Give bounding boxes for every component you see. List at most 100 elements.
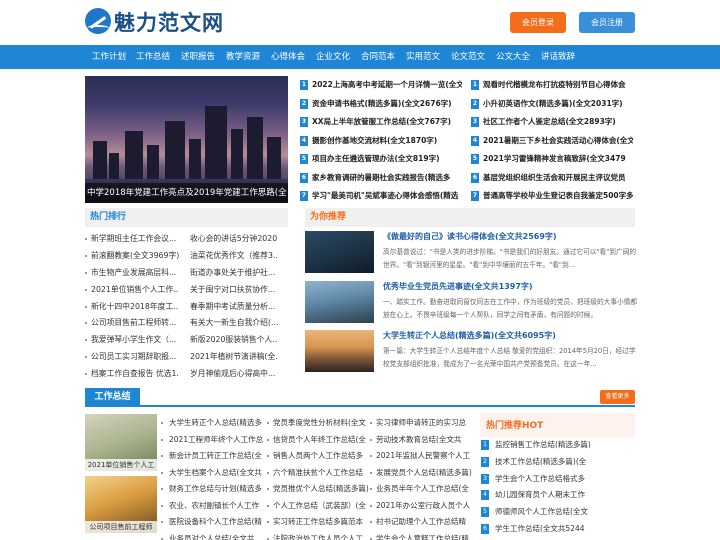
hot-recommend-link[interactable]: 监控销售工作总结(精选多篇) — [495, 438, 635, 452]
hot-recommend-link[interactable]: 学生会个人工作总结格式多 — [495, 472, 635, 486]
summary-link[interactable]: 个人工作总结（武装部）(全 — [273, 499, 373, 513]
nav-item[interactable]: 论文范文 — [451, 45, 485, 69]
hot-link[interactable]: 春季期中考试质量分析... — [190, 300, 278, 314]
site-logo-text[interactable]: 魅力范文网 — [114, 7, 224, 37]
news-title[interactable]: 资金申请书格式(精选多篇)(全文2676字) — [312, 97, 462, 111]
register-button[interactable]: 会员注册 — [579, 12, 635, 33]
summary-link[interactable]: 党员推优个人总结(精选多篇) — [273, 482, 373, 496]
nav-item[interactable]: 工作总结 — [136, 45, 170, 69]
summary-link[interactable]: 销售人员两个人工作总结多 — [273, 449, 373, 463]
hot-link[interactable]: 档案工作自查报告 优选1... — [91, 367, 179, 381]
summary-link[interactable]: 医院设备科个人工作总结(精 — [169, 515, 269, 529]
hot-link[interactable]: 岁月神偷观后心得高中... — [190, 367, 278, 381]
recommend-item[interactable]: 优秀毕业生党员先进事迹(全文共1397字) 一、踏实工作。勤奋进取同窗仅同志在工… — [305, 281, 637, 325]
list-number: 3 — [300, 117, 308, 127]
login-button[interactable]: 会员登录 — [510, 12, 566, 33]
summary-link[interactable]: 2021工程师年终个人工作总 — [169, 433, 269, 447]
summary-link[interactable]: 新会计员工转正工作总结(全 — [169, 449, 269, 463]
work-summary-thumbnail[interactable]: 2021单位销售个人工 — [85, 414, 157, 471]
hot-link[interactable]: 新学期班主任工作会议... — [91, 232, 179, 246]
nav-item[interactable]: 讲话致辞 — [541, 45, 575, 69]
news-title[interactable]: 社区工作者个人鉴定总结(全文2893字) — [483, 115, 633, 129]
hot-link[interactable]: 关于闽宁对口扶贫协作... — [190, 283, 278, 297]
nav-item[interactable]: 公文大全 — [496, 45, 530, 69]
news-title[interactable]: 家乡教育调研的暑期社会实践报告(精选多 — [312, 171, 462, 185]
hot-link[interactable]: 前滚翻教案(全文3969字)... — [91, 249, 179, 263]
site-header: 魅力范文网 会员登录 会员注册 — [0, 0, 720, 45]
news-title[interactable]: 项目办主任遴选管理办法(全文819字) — [312, 152, 462, 166]
bullet — [85, 322, 87, 325]
news-title[interactable]: XX局上半年放管服工作总结(全文767字) — [312, 115, 462, 129]
summary-link[interactable]: 学生会个人意释工作总结(精 — [376, 532, 476, 540]
nav-item[interactable]: 述职报告 — [181, 45, 215, 69]
hot-link[interactable]: 有关大一新生自我介绍(... — [190, 316, 278, 330]
news-title[interactable]: 小升初英语作文(精选多篇)(全文2031字) — [483, 97, 633, 111]
recommend-title[interactable]: 《做最好的自己》读书心得体会(全文共2569字) — [383, 231, 633, 242]
news-title[interactable]: 摄影创作基地交流材料(全文1870字) — [312, 134, 462, 148]
news-title[interactable]: 学习"最美司机"吴斌事迹心得体会感悟(精选 — [312, 189, 462, 203]
hot-link[interactable]: 市生物产业发展高层科... — [91, 266, 179, 280]
news-title[interactable]: 基层党组织组织生活会和开展民主评议党员 — [483, 171, 633, 185]
thumbnail-caption[interactable]: 2021单位销售个人工 — [85, 459, 157, 471]
summary-link[interactable]: 大学生转正个人总结(精选多 — [169, 416, 269, 430]
featured-banner[interactable]: 中学2018年党建工作亮点及2019年党建工作思路(全 — [85, 76, 288, 203]
summary-link[interactable]: 村书记助理个人工作总结精 — [376, 515, 476, 529]
news-title[interactable]: 2021暑期三下乡社会实践活动心得体会(全文 — [483, 134, 633, 148]
hot-link[interactable]: 公司项目售前工程师转... — [91, 316, 179, 330]
recommend-thumbnail[interactable] — [305, 231, 374, 273]
hot-link[interactable]: 街道办事处关于维护社... — [190, 266, 278, 280]
work-summary-tab[interactable]: 工作总结 — [85, 388, 140, 407]
bullet — [370, 422, 372, 424]
summary-link[interactable]: 法院政治处工作人员个人工 — [273, 532, 373, 540]
hot-link[interactable]: 新版2020服装销售个人... — [190, 333, 278, 347]
summary-link[interactable]: 实习转正工作总结多篇范本 — [273, 515, 373, 529]
hot-recommend-link[interactable]: 幼儿园保育员个人期末工作 — [495, 488, 635, 502]
news-title[interactable]: 普通高等学校毕业生登记表自我鉴定500字多 — [483, 189, 633, 203]
recommend-item[interactable]: 《做最好的自己》读书心得体会(全文共2569字) 高尔基曾说过："书是人类的进步… — [305, 231, 636, 275]
hot-link[interactable]: 公司员工实习期辞职报... — [91, 350, 179, 364]
hot-link[interactable]: 2021单位销售个人工作... — [91, 283, 179, 297]
banner-caption[interactable]: 中学2018年党建工作亮点及2019年党建工作思路(全 — [85, 183, 288, 203]
hot-link[interactable]: 新化十四中2018年度工... — [91, 300, 179, 314]
recommend-item[interactable]: 大学生转正个人总结(精选多篇)(全文共6095字) 第一篇：大学生转正个人总结年… — [305, 330, 636, 374]
summary-link[interactable]: 发展党员个人总结(精选多篇) — [376, 466, 476, 480]
summary-link[interactable]: 业务员半年个人工作总结(全 — [376, 482, 476, 496]
view-more-button[interactable]: 查看更多 — [600, 390, 635, 404]
hot-recommend-link[interactable]: 技术工作总结(精选多篇)(全 — [495, 455, 635, 469]
summary-link[interactable]: 大学生档案个人总结(全文共 — [169, 466, 269, 480]
hot-link[interactable]: 2021年植树节演讲稿(全... — [190, 350, 278, 364]
thumbnail-caption[interactable]: 公司项目售前工程师 — [85, 521, 157, 533]
hot-link[interactable]: 收心会的讲话5分钟2020... — [190, 232, 278, 246]
recommend-section-title: 为你推荐 — [310, 212, 347, 222]
recommend-thumbnail[interactable] — [305, 330, 374, 372]
nav-item[interactable]: 合同范本 — [361, 45, 395, 69]
news-title[interactable]: 2022上海高考中考延期一个月详情一览(全文 — [312, 78, 462, 92]
recommend-title[interactable]: 大学生转正个人总结(精选多篇)(全文共6095字) — [383, 330, 633, 341]
hot-link[interactable]: 我爱弹琴小学生作文（... — [91, 333, 179, 347]
summary-link[interactable]: 党员季度党性分析材料(全文 — [273, 416, 373, 430]
recommend-title[interactable]: 优秀毕业生党员先进事迹(全文共1397字) — [383, 281, 633, 292]
summary-link[interactable]: 业务员对个人总结(全文共 — [169, 532, 269, 540]
nav-item[interactable]: 心得体会 — [271, 45, 305, 69]
hot-recommend-link[interactable]: 师德师风个人工作总结(全文 — [495, 505, 635, 519]
summary-link[interactable]: 农业、农村副镇长个人工作 — [169, 499, 269, 513]
nav-item[interactable]: 企业文化 — [316, 45, 350, 69]
bullet — [85, 288, 87, 291]
summary-link[interactable]: 实习律师申请转正的实习总 — [376, 416, 476, 430]
summary-link[interactable]: 劳动技术教育总结(全文共 — [376, 433, 476, 447]
summary-link[interactable]: 财务工作总结与计划(精选多 — [169, 482, 269, 496]
summary-link[interactable]: 信贷员个人年终工作总结(全 — [273, 433, 373, 447]
summary-link[interactable]: 六个精准扶贫个人工作总结 — [273, 466, 373, 480]
logo-icon[interactable] — [85, 8, 111, 34]
nav-item[interactable]: 工作计划 — [92, 45, 126, 69]
summary-link[interactable]: 2021年办公室行政人员个人 — [376, 499, 476, 513]
news-title[interactable]: 观看时代楷模龙布打抗疫特别节目心得体会 — [483, 78, 633, 92]
summary-link[interactable]: 2021年监狱人民警察个人工 — [376, 449, 476, 463]
hot-link[interactable]: 油菜花优秀作文（推荐3... — [190, 249, 278, 263]
work-summary-thumbnail[interactable]: 公司项目售前工程师 — [85, 476, 157, 533]
hot-recommend-link[interactable]: 学生工作总结(全文共5244 — [495, 522, 635, 536]
nav-item[interactable]: 教学资源 — [226, 45, 260, 69]
recommend-thumbnail[interactable] — [305, 281, 374, 323]
news-title[interactable]: 2021学习雷锋精神发言稿致辞(全文3479 — [483, 152, 633, 166]
nav-item[interactable]: 实用范文 — [406, 45, 440, 69]
